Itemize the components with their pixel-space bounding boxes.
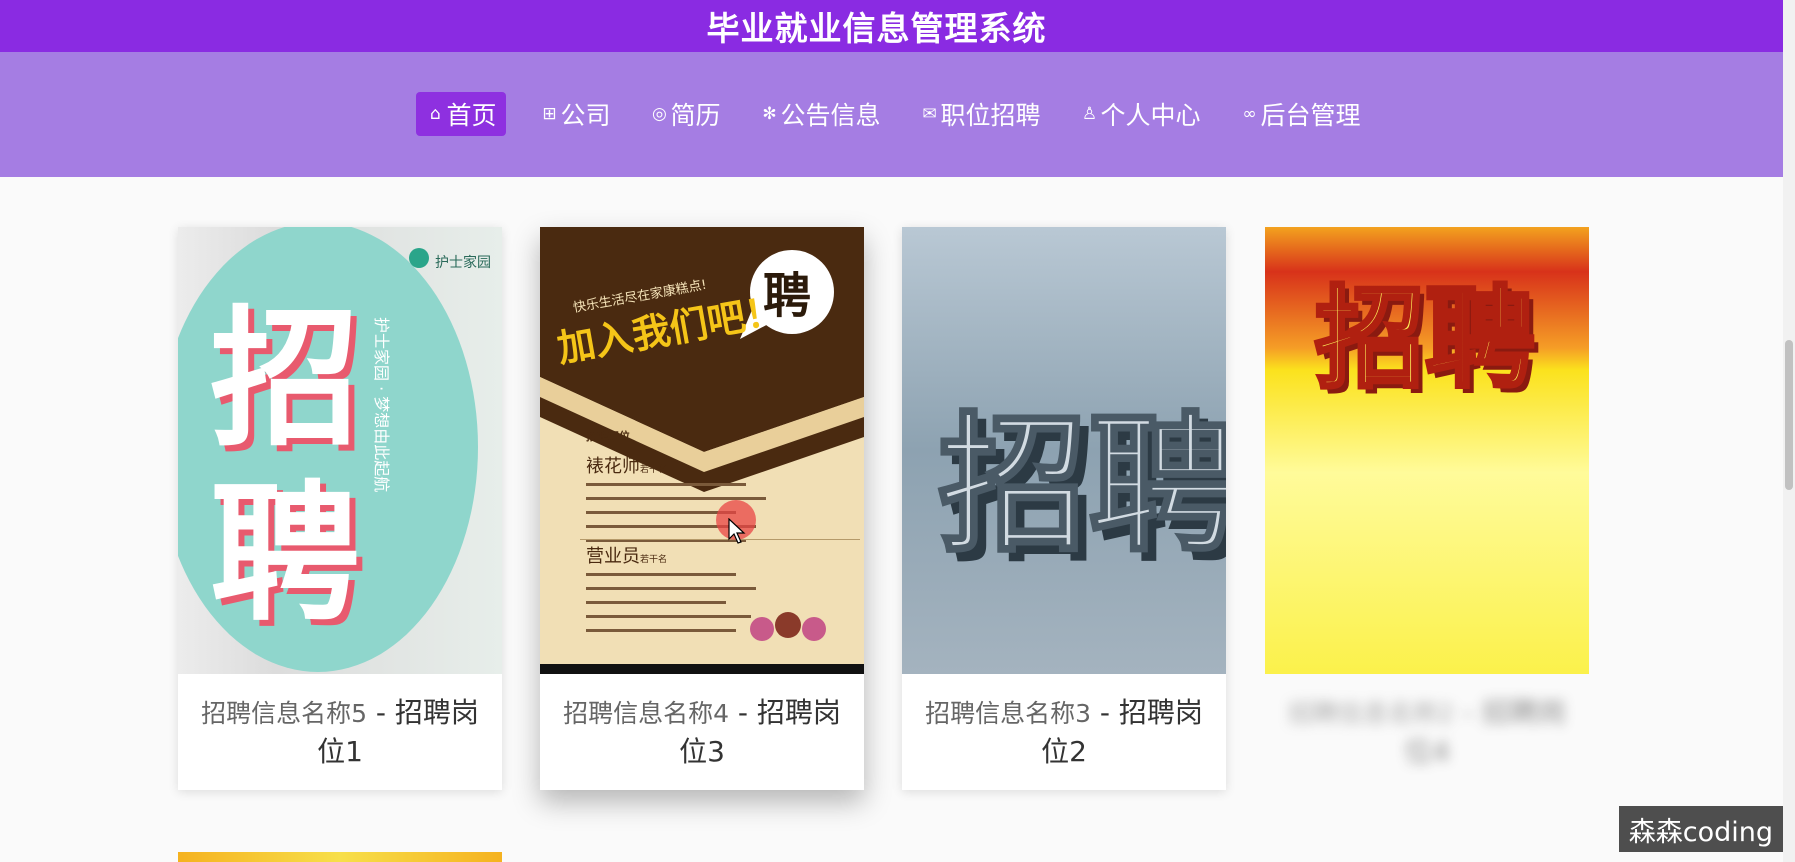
poster-job1-count: 若干名	[640, 463, 667, 475]
poster-job2-title: 营业员	[586, 546, 640, 567]
nav-item-announcements[interactable]: ✻ 公告信息	[754, 92, 886, 136]
nav-label: 个人中心	[1100, 101, 1201, 130]
poster-big-char-bottom-front: 聘	[210, 468, 360, 642]
nav-band: ⌂ 首页 ⊞ 公司 ◎ 简历 ✻ 公告信息 ✉ 职位招聘 ♙ 个人中心 ∞ 后台…	[0, 52, 1783, 177]
mail-icon: ✉	[922, 104, 937, 124]
poster-job2-count: 若干名	[640, 553, 667, 565]
job-card[interactable]: 招聘 招聘 招聘信息名称3 - 招聘岗位2	[902, 227, 1226, 790]
job-card-caption[interactable]: 招聘信息名称3 - 招聘岗位2	[902, 674, 1226, 790]
job-poster-image[interactable]: 护士家园 招 招 聘 聘 护士家园 · 梦想由此起航	[178, 227, 502, 674]
poster-big-text: 招聘	[1315, 275, 1535, 403]
header-bar: 毕业就业信息管理系统	[0, 0, 1783, 52]
poster-section-title: 招聘职位	[586, 429, 630, 443]
caption-separator: -	[1091, 695, 1119, 729]
scrollbar-thumb[interactable]	[1785, 340, 1793, 490]
job-card-caption[interactable]: 招聘信息名称4 - 招聘岗位3	[540, 674, 864, 790]
job-name: 招聘信息名称5	[201, 698, 367, 728]
nav-label: 公司	[560, 101, 611, 130]
palette-icon: ◎	[652, 104, 667, 124]
job-card[interactable]: 招聘 招聘 招聘信息名称2 - 招聘岗位4	[1265, 227, 1589, 790]
job-card[interactable]: 护士家园 招 招 聘 聘 护士家园 · 梦想由此起航 招聘信息名称5 - 招聘岗…	[178, 227, 502, 790]
job-name: 招聘信息名称4	[563, 698, 729, 728]
nav-item-admin[interactable]: ∞ 后台管理	[1235, 92, 1367, 136]
poster-big-text: 招聘	[938, 399, 1226, 573]
poster-logo-text: 护士家园	[435, 254, 491, 271]
nav-item-home[interactable]: ⌂ 首页	[416, 92, 507, 136]
poster-3-graphic: 招聘 招聘	[937, 398, 1227, 584]
link-icon: ∞	[1242, 104, 1257, 124]
user-icon: ♙	[1081, 104, 1098, 124]
poster-2-graphic: 聘 快乐生活尽在家康糕点! 加入我们吧！ 招聘职位 裱花师 若干名 营业员 若干…	[540, 227, 864, 674]
poster-job1-title: 裱花师	[586, 456, 640, 477]
snowflake-icon: ✻	[762, 104, 777, 124]
job-card-caption[interactable]: 招聘信息名称5 - 招聘岗位1	[178, 674, 502, 790]
job-poster-image[interactable]: 聘 快乐生活尽在家康糕点! 加入我们吧！ 招聘职位 裱花师 若干名 营业员 若干…	[540, 227, 864, 674]
vertical-scrollbar[interactable]	[1783, 0, 1795, 862]
gift-icon: ⊞	[542, 104, 557, 124]
nav-label: 职位招聘	[940, 101, 1041, 130]
poster-big-char-top-front: 招	[210, 293, 360, 467]
job-card[interactable]: 聘 快乐生活尽在家康糕点! 加入我们吧！ 招聘职位 裱花师 若干名 营业员 若干…	[540, 227, 864, 790]
nav-label: 后台管理	[1260, 101, 1361, 130]
poster-side-text: 护士家园 · 梦想由此起航	[372, 317, 391, 492]
job-card-caption[interactable]: 招聘信息名称2 - 招聘岗位4	[1265, 674, 1589, 790]
mouse-cursor-icon	[728, 518, 746, 544]
caption-separator: -	[1454, 695, 1482, 729]
nav-item-profile[interactable]: ♙ 个人中心	[1075, 92, 1207, 136]
nav-item-jobs[interactable]: ✉ 职位招聘	[915, 92, 1047, 136]
nav-label: 简历	[670, 101, 721, 130]
job-poster-image[interactable]: 招聘 招聘	[1265, 227, 1589, 674]
next-row-card-edge[interactable]	[178, 852, 502, 862]
job-name: 招聘信息名称2	[1288, 698, 1454, 728]
nav-label: 公告信息	[780, 101, 881, 130]
leaf-logo-icon	[409, 248, 429, 268]
nav-item-resume[interactable]: ◎ 简历	[644, 92, 726, 136]
poster-1-graphic: 护士家园 招 招 聘 聘 护士家园 · 梦想由此起航	[178, 227, 491, 672]
job-poster-image[interactable]: 招聘 招聘	[902, 227, 1226, 674]
home-icon: ⌂	[430, 104, 441, 124]
nav-label: 首页	[446, 101, 497, 130]
watermark-text: 森森coding	[1618, 806, 1783, 852]
app-title: 毕业就业信息管理系统	[706, 9, 1047, 48]
poster-4-graphic: 招聘 招聘	[1313, 273, 1541, 409]
job-name: 招聘信息名称3	[925, 698, 1091, 728]
caption-separator: -	[729, 695, 757, 729]
nav-item-company[interactable]: ⊞ 公司	[534, 92, 616, 136]
caption-separator: -	[367, 695, 395, 729]
page: 毕业就业信息管理系统 ⌂ 首页 ⊞ 公司 ◎ 简历 ✻ 公告信息 ✉ 职位招聘	[0, 0, 1795, 862]
main-nav: ⌂ 首页 ⊞ 公司 ◎ 简历 ✻ 公告信息 ✉ 职位招聘 ♙ 个人中心 ∞ 后台…	[0, 92, 1783, 136]
